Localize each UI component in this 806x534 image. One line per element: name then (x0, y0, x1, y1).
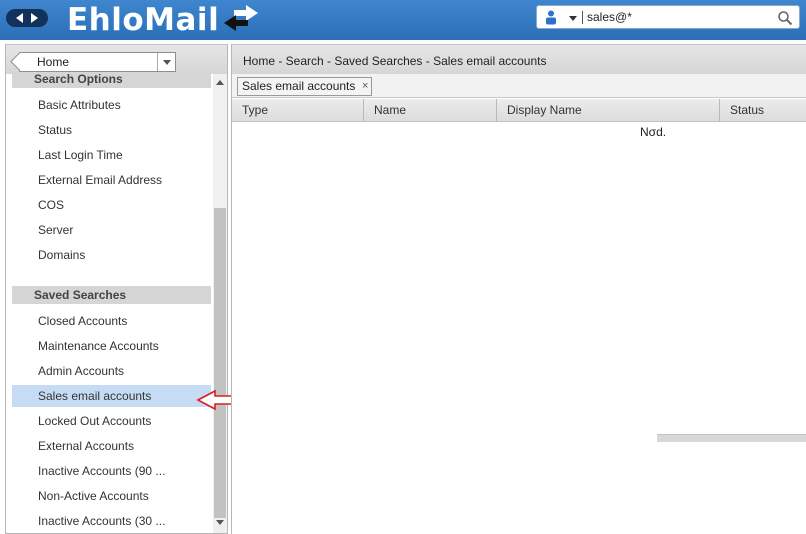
saved-inactive-accounts-30[interactable]: Inactive Accounts (30 ... (12, 510, 211, 532)
column-display-name[interactable]: Display Name (497, 99, 720, 122)
search-box[interactable] (536, 5, 800, 29)
nav-back-icon[interactable] (16, 13, 23, 23)
section-saved-searches[interactable]: Saved Searches (12, 286, 211, 304)
left-scrollbar[interactable] (213, 74, 227, 533)
scroll-down-icon[interactable] (216, 520, 224, 525)
results-table-header: Type Name Display Name Status (232, 99, 806, 122)
content-panel: Home - Search - Saved Searches - Sales e… (231, 44, 806, 534)
option-status[interactable]: Status (12, 119, 211, 141)
left-panel-header: Home (6, 44, 227, 74)
search-scope-dropdown-icon[interactable] (569, 16, 577, 21)
person-icon[interactable] (545, 10, 557, 25)
magnifier-icon[interactable] (777, 10, 793, 26)
nav-forward-icon[interactable] (31, 13, 38, 23)
breadcrumb-bar: Home - Search - Saved Searches - Sales e… (232, 44, 806, 74)
option-domains[interactable]: Domains (12, 244, 211, 266)
column-status[interactable]: Status (720, 99, 806, 122)
left-tree: Search Options Basic Attributes Status L… (6, 74, 213, 533)
saved-sales-email-accounts[interactable]: Sales email accounts (12, 385, 211, 407)
tab-label: Sales email accounts (242, 79, 356, 93)
left-navigation-panel: Home Search Options Basic Attributes Sta… (5, 44, 228, 534)
saved-locked-out-accounts[interactable]: Locked Out Accounts (12, 410, 211, 432)
column-type[interactable]: Type (232, 99, 364, 122)
section-search-options[interactable]: Search Options (12, 74, 211, 88)
search-input[interactable] (587, 8, 767, 26)
close-icon[interactable]: × (362, 78, 368, 95)
top-bar: EhloMail (0, 0, 806, 40)
breadcrumb: Home - Search - Saved Searches - Sales e… (243, 54, 547, 68)
scroll-thumb[interactable] (214, 208, 226, 518)
option-server[interactable]: Server (12, 219, 211, 241)
home-chevron (10, 52, 29, 71)
app-logo: EhloMail (67, 2, 220, 38)
home-selector[interactable]: Home (10, 52, 176, 72)
saved-non-active-accounts[interactable]: Non-Active Accounts (12, 485, 211, 507)
option-cos[interactable]: COS (12, 194, 211, 216)
tab-sales-email-accounts[interactable]: Sales email accounts × (237, 77, 373, 96)
logo-arrows-icon (224, 5, 258, 31)
saved-maintenance-accounts[interactable]: Maintenance Accounts (12, 335, 211, 357)
horizontal-scrollbar[interactable] (657, 434, 806, 442)
home-label: Home (37, 55, 70, 69)
option-last-login-time[interactable]: Last Login Time (12, 144, 211, 166)
option-external-email-address[interactable]: External Email Address (12, 169, 211, 191)
option-basic-attributes[interactable]: Basic Attributes (12, 94, 211, 116)
saved-inactive-accounts-90[interactable]: Inactive Accounts (90 ... (12, 460, 211, 482)
saved-admin-accounts[interactable]: Admin Accounts (12, 360, 211, 382)
saved-external-accounts[interactable]: External Accounts (12, 435, 211, 457)
tab-strip: Sales email accounts × (232, 74, 806, 98)
scroll-up-icon[interactable] (216, 80, 224, 85)
column-name[interactable]: Name (364, 99, 497, 122)
search-separator (582, 11, 583, 24)
nav-buttons (6, 9, 48, 27)
empty-results-message: Nσd. (640, 125, 667, 139)
home-dropdown-icon[interactable] (157, 53, 175, 71)
saved-closed-accounts[interactable]: Closed Accounts (12, 310, 211, 332)
